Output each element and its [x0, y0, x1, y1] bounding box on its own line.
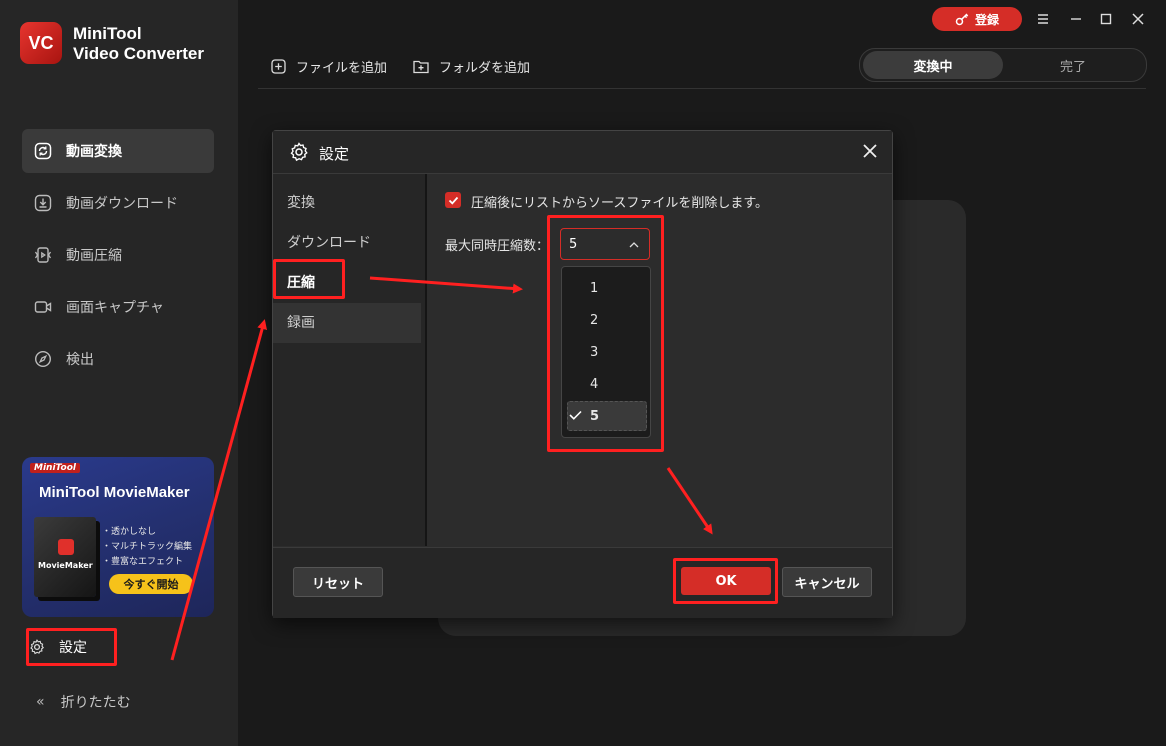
- annotation-arrows: [170, 276, 713, 661]
- annotation-arrow-to-dropdown: [369, 276, 523, 294]
- annotation-arrow-to-ok: [666, 467, 713, 535]
- annotation-arrow-to-compress-tab: [170, 319, 267, 661]
